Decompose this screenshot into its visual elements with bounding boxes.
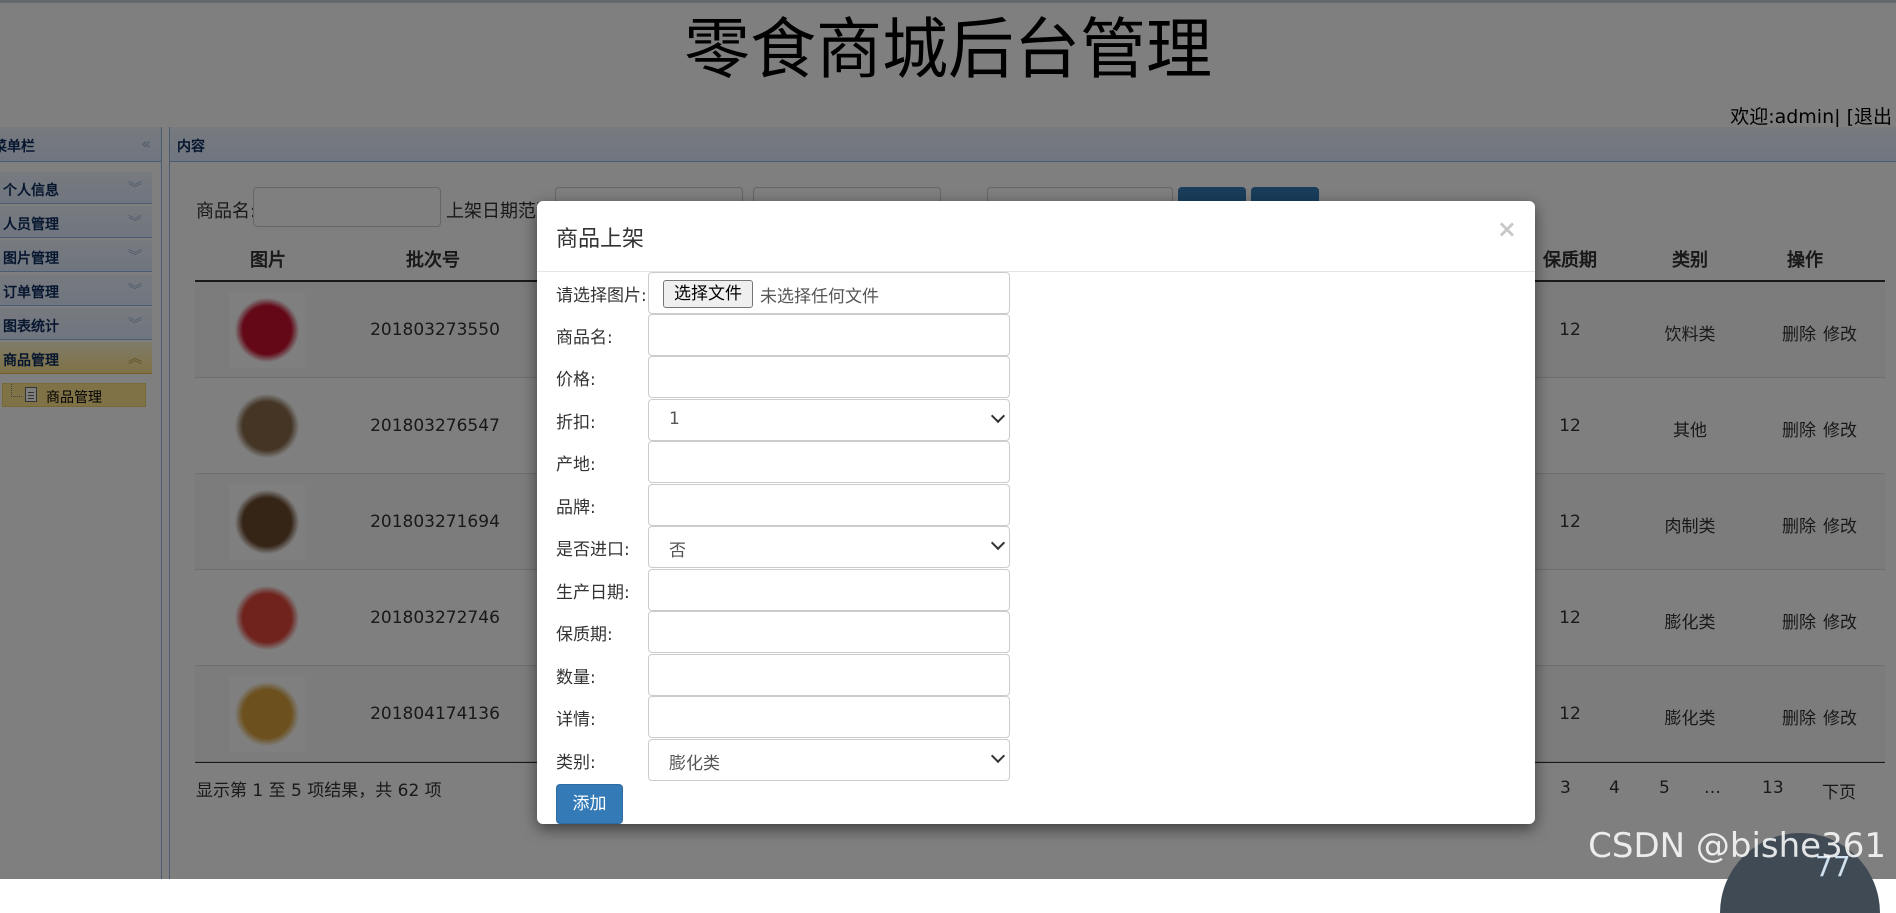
watermark: CSDN @bishe361 xyxy=(1588,826,1886,866)
imported-select[interactable]: 否 xyxy=(648,526,1010,568)
brand-label: 品牌: xyxy=(556,498,596,518)
chevron-down-icon xyxy=(990,408,1006,424)
origin-input[interactable] xyxy=(648,441,1010,483)
category-label: 类别: xyxy=(556,753,596,773)
details-label: 详情: xyxy=(556,710,596,730)
quantity-input[interactable] xyxy=(648,654,1010,696)
price-input[interactable] xyxy=(648,356,1010,398)
image-label: 请选择图片: xyxy=(556,286,647,306)
product-name-input[interactable] xyxy=(648,314,1010,356)
modal-title: 商品上架 xyxy=(556,227,645,252)
category-select[interactable]: 膨化类 xyxy=(648,739,1010,781)
image-file-input: 选择文件 未选择任何文件 xyxy=(648,272,1010,314)
origin-label: 产地: xyxy=(556,455,596,475)
close-icon[interactable]: × xyxy=(1497,215,1517,243)
category-value: 膨化类 xyxy=(669,754,720,774)
imported-label: 是否进口: xyxy=(556,540,630,560)
file-status: 未选择任何文件 xyxy=(760,287,879,307)
add-button[interactable]: 添加 xyxy=(556,784,623,824)
discount-label: 折扣: xyxy=(556,413,596,433)
discount-select[interactable]: 1 xyxy=(648,399,1010,441)
quantity-label: 数量: xyxy=(556,668,596,688)
details-input[interactable] xyxy=(648,696,1010,738)
production-date-label: 生产日期: xyxy=(556,583,630,603)
discount-value: 1 xyxy=(669,409,680,429)
imported-value: 否 xyxy=(669,541,686,561)
brand-input[interactable] xyxy=(648,484,1010,526)
product-add-modal: 商品上架 × 请选择图片: 选择文件 未选择任何文件 商品名: 价格: 折扣: … xyxy=(537,201,1535,824)
shelf-life-input[interactable] xyxy=(648,611,1010,653)
choose-file-button[interactable]: 选择文件 xyxy=(663,280,753,308)
price-label: 价格: xyxy=(556,370,596,390)
name-label: 商品名: xyxy=(556,328,613,348)
chevron-down-icon xyxy=(990,535,1006,551)
production-date-input[interactable] xyxy=(648,569,1010,611)
chevron-down-icon xyxy=(990,748,1006,764)
shelf-life-label: 保质期: xyxy=(556,625,613,645)
